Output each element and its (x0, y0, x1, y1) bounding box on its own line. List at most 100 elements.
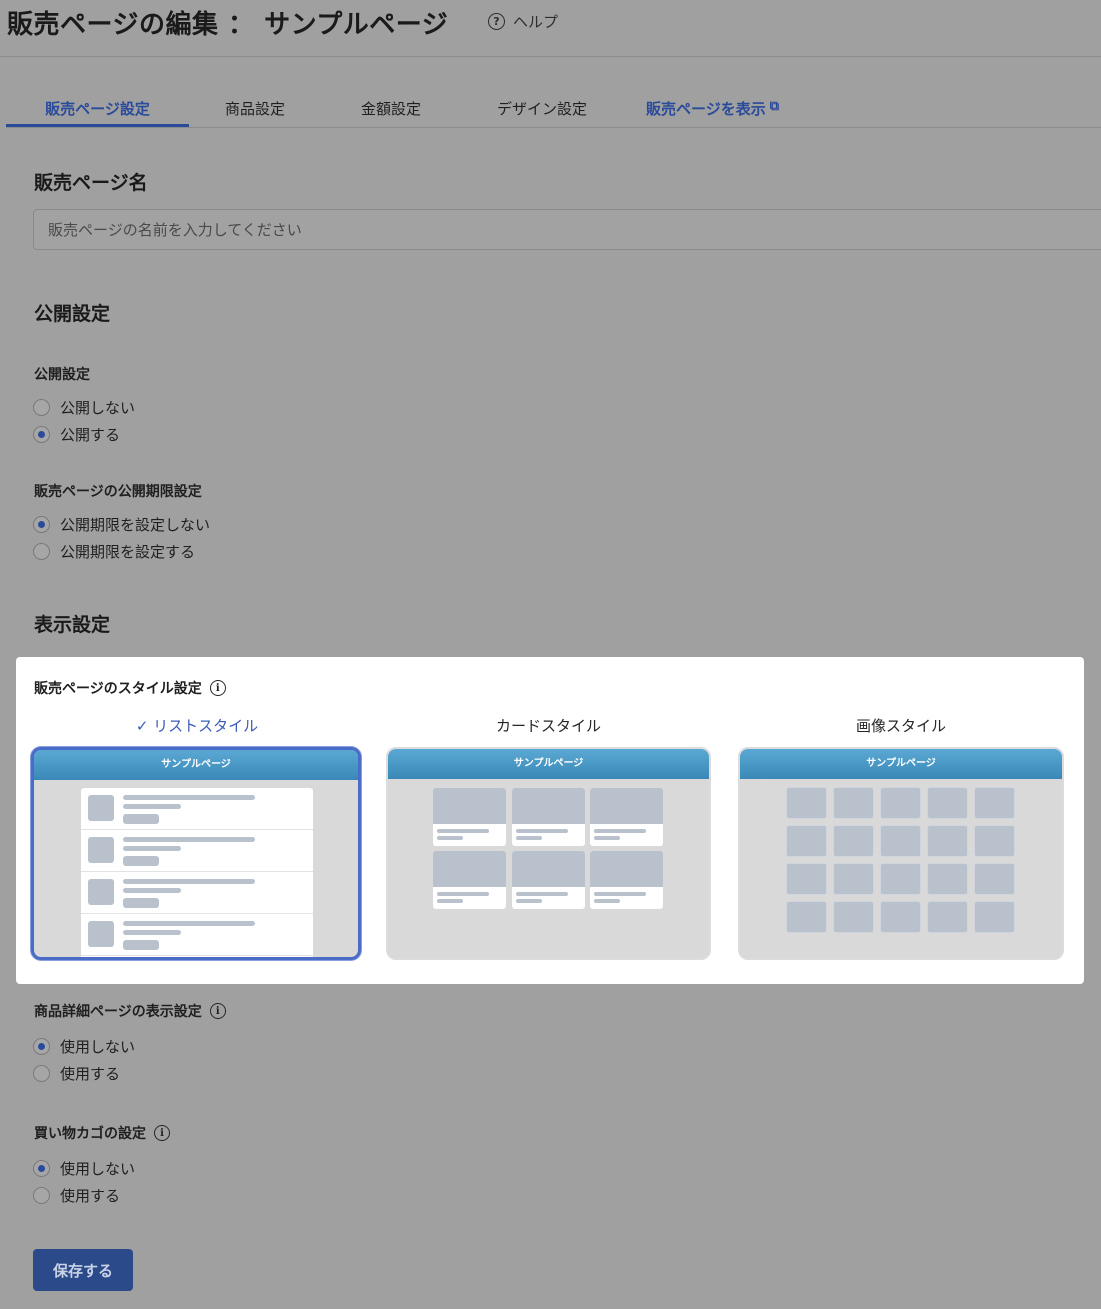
radio-period-set[interactable]: 公開期限を設定する (33, 541, 195, 562)
radio-label: 使用する (60, 1065, 121, 1083)
field-label-text: 販売ページの公開期限設定 (34, 484, 202, 500)
preview-image-tile (974, 787, 1015, 819)
preview-grid-card (590, 788, 663, 846)
preview-image-tile (880, 901, 921, 933)
period-label: 販売ページの公開期限設定 (34, 481, 202, 501)
preview-image-tile (880, 787, 921, 819)
radio-detail-no[interactable]: 使用しない (33, 1036, 135, 1057)
page-header: 販売ページの編集 ： サンプルページ ? ヘルプ (0, 0, 1101, 57)
preview-list-row (81, 788, 313, 830)
preview-image-tile (927, 863, 968, 895)
preview-image-tile (880, 863, 921, 895)
tab-label: デザイン設定 (497, 100, 588, 118)
tab-label: 販売ページを表示 (646, 100, 766, 118)
preview-image-tile (786, 825, 827, 857)
radio-label: 公開しない (60, 399, 136, 417)
preview-image-tile (880, 825, 921, 857)
style-name-text: 画像スタイル (855, 717, 946, 735)
page-title: 販売ページの編集 ： サンプルページ (7, 10, 449, 40)
tab-sales-page-settings[interactable]: 販売ページ設定 (6, 90, 189, 128)
preview-image-tile (833, 901, 874, 933)
radio-label: 使用する (60, 1187, 121, 1205)
help-link[interactable]: ? ヘルプ (488, 11, 558, 32)
preview-list-row (81, 914, 313, 956)
radio-button[interactable] (33, 543, 50, 560)
radio-button[interactable] (33, 1038, 50, 1055)
question-circle-icon: ? (488, 13, 505, 30)
radio-publish-yes[interactable]: 公開する (33, 424, 120, 445)
info-circle-icon[interactable]: i (154, 1125, 170, 1141)
info-circle-icon[interactable]: i (209, 680, 226, 696)
radio-button[interactable] (33, 1160, 50, 1177)
tab-label: 金額設定 (361, 100, 422, 118)
style-preview-card[interactable]: サンプルページ (386, 747, 711, 960)
preview-image-tile (833, 863, 874, 895)
preview-grid-card (433, 851, 506, 909)
preview-image-tile (833, 787, 874, 819)
tab-design-settings[interactable]: デザイン設定 (497, 90, 587, 128)
style-name-card[interactable]: カードスタイル (386, 715, 711, 736)
radio-button[interactable] (33, 1065, 50, 1082)
preview-image-tile (786, 863, 827, 895)
style-label: 販売ページのスタイル設定 i (34, 678, 226, 698)
preview-image-tile (974, 901, 1015, 933)
publish-label: 公開設定 (34, 364, 90, 384)
preview-grid-card (433, 788, 506, 846)
check-icon: ✓ (135, 717, 149, 735)
page-name-input[interactable] (33, 209, 1101, 250)
preview-title-bar: サンプルページ (34, 750, 358, 780)
preview-image-tile (974, 863, 1015, 895)
detail-page-label: 商品詳細ページの表示設定 i (34, 1001, 226, 1021)
help-label: ヘルプ (513, 13, 559, 31)
radio-button[interactable] (33, 426, 50, 443)
section-title-publish: 公開設定 (34, 303, 111, 325)
preview-image-tile (927, 901, 968, 933)
radio-label: 公開期限を設定する (60, 543, 196, 561)
section-title-page-name: 販売ページ名 (34, 172, 148, 194)
tab-view-sales-page[interactable]: 販売ページを表示 ⧉ (646, 90, 779, 128)
field-label-text: 公開設定 (34, 367, 90, 383)
preview-image-tile (786, 787, 827, 819)
style-preview-list[interactable]: サンプルページ (31, 747, 361, 960)
preview-title-bar: サンプルページ (388, 749, 709, 779)
style-name-image[interactable]: 画像スタイル (738, 715, 1064, 736)
radio-cart-no[interactable]: 使用しない (33, 1158, 135, 1179)
radio-cart-yes[interactable]: 使用する (33, 1185, 120, 1206)
preview-image-tile (833, 825, 874, 857)
style-name-text: リストスタイル (153, 717, 259, 735)
preview-image-tile (927, 787, 968, 819)
preview-title-bar: サンプルページ (740, 749, 1062, 779)
radio-label: 公開する (60, 426, 121, 444)
radio-label: 使用しない (60, 1038, 136, 1056)
field-label-text: 買い物カゴの設定 (34, 1126, 146, 1142)
radio-publish-no[interactable]: 公開しない (33, 397, 135, 418)
radio-detail-yes[interactable]: 使用する (33, 1063, 120, 1084)
radio-button[interactable] (33, 1187, 50, 1204)
style-preview-image[interactable]: サンプルページ (738, 747, 1064, 960)
style-name-list[interactable]: ✓ リストスタイル (33, 715, 361, 736)
radio-label: 使用しない (60, 1160, 136, 1178)
save-button[interactable]: 保存する (33, 1249, 133, 1291)
tab-price-settings[interactable]: 金額設定 (361, 90, 421, 128)
style-settings-panel: 販売ページのスタイル設定 i ✓ リストスタイル サンプルページ カードスタイル… (16, 657, 1084, 984)
radio-period-none[interactable]: 公開期限を設定しない (33, 514, 210, 535)
preview-image-tile (927, 825, 968, 857)
info-circle-icon[interactable]: i (209, 1003, 226, 1019)
active-tab-indicator (6, 124, 189, 127)
field-label-text: 商品詳細ページの表示設定 (34, 1004, 202, 1020)
style-name-text: カードスタイル (495, 717, 601, 735)
preview-image-tile (786, 901, 827, 933)
cart-label: 買い物カゴの設定 i (34, 1123, 170, 1143)
radio-button[interactable] (33, 399, 50, 416)
external-link-icon: ⧉ (769, 99, 779, 114)
preview-grid-card (512, 851, 585, 909)
radio-button[interactable] (33, 516, 50, 533)
preview-grid-card (512, 788, 585, 846)
preview-grid-card (590, 851, 663, 909)
tab-product-settings[interactable]: 商品設定 (225, 90, 285, 128)
tab-label: 販売ページ設定 (45, 100, 150, 118)
preview-list-card (81, 788, 313, 957)
section-title-display: 表示設定 (34, 614, 111, 636)
tab-label: 商品設定 (225, 100, 286, 118)
radio-label: 公開期限を設定しない (60, 516, 211, 534)
